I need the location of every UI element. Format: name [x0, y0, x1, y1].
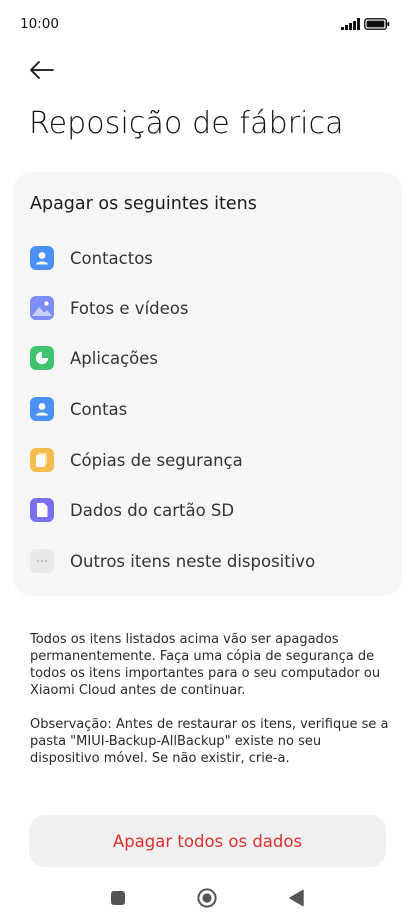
list-item-label: Dados do cartão SD	[70, 500, 235, 520]
list-item-label: Fotos e vídeos	[70, 298, 189, 318]
nav-back-button[interactable]	[286, 887, 308, 909]
back-arrow-icon	[30, 61, 54, 79]
list-item-label: Aplicações	[70, 348, 159, 368]
list-item-other: Outros itens neste dispositivo	[30, 546, 315, 576]
status-time: 10:00	[20, 16, 59, 32]
list-item-apps: Aplicações	[30, 343, 158, 373]
back-triangle-icon	[289, 889, 304, 907]
list-item-contacts: Contactos	[30, 243, 153, 273]
recents-square-icon	[111, 891, 125, 905]
card-heading: Apagar os seguintes itens	[30, 194, 257, 214]
home-button[interactable]	[196, 887, 218, 909]
list-item-label: Contactos	[70, 248, 153, 268]
list-item-label: Contas	[70, 399, 128, 419]
list-item-photos: Fotos e vídeos	[30, 293, 188, 323]
gallery-icon	[30, 296, 54, 320]
recents-button[interactable]	[107, 887, 129, 909]
backup-icon	[30, 448, 54, 472]
back-button[interactable]	[27, 56, 57, 84]
contacts-icon	[30, 246, 54, 270]
list-item-accounts: Contas	[30, 394, 127, 424]
erase-all-data-button[interactable]: Apagar todos os dados	[29, 815, 386, 867]
apps-pie-icon	[30, 346, 54, 370]
list-item-backups: Cópias de segurança	[30, 445, 243, 475]
account-icon	[30, 397, 54, 421]
sd-card-icon	[30, 498, 54, 522]
list-item-sd-card: Dados do cartão SD	[30, 495, 234, 525]
list-item-label: Cópias de segurança	[70, 450, 243, 470]
status-bar: 10:00	[0, 0, 415, 50]
items-to-erase-card: Apagar os seguintes itens Contactos Foto…	[13, 172, 402, 596]
warning-text: Todos os itens listados acima vão ser ap…	[30, 632, 381, 698]
more-icon	[30, 549, 54, 573]
battery-icon	[364, 18, 390, 30]
page-title: Reposição de fábrica	[29, 106, 344, 141]
home-circle-icon	[197, 888, 217, 908]
observation-text: Observação: Antes de restaurar os itens,…	[30, 717, 389, 766]
list-item-label: Outros itens neste dispositivo	[70, 551, 316, 571]
signal-icon	[341, 18, 360, 30]
